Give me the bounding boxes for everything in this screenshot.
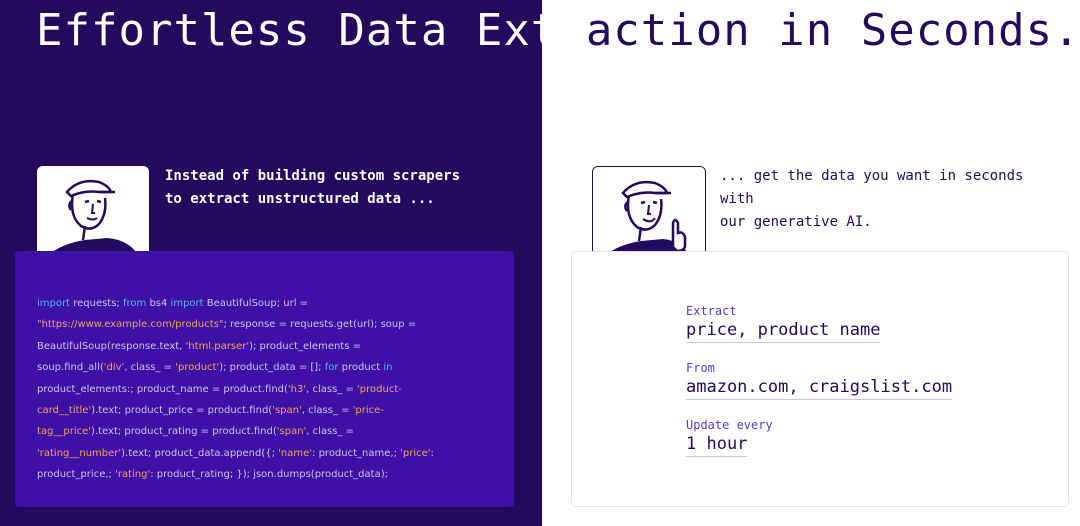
left-caption-line-1: Instead of building custom scrapers — [165, 168, 461, 184]
code-line: "https://www.example.com/products"; resp… — [37, 314, 467, 335]
code-token: 'name' — [278, 447, 313, 459]
page-headline: Effortless Data Extraction in Seconds. — [36, 4, 1080, 58]
code-token: : — [430, 447, 434, 459]
code-token: ).text; product_rating = product.find( — [91, 426, 277, 438]
code-token: tag__price' — [37, 426, 92, 438]
right-caption: ... get the data you want in seconds wit… — [720, 165, 1065, 234]
code-token: import — [170, 298, 204, 309]
code-token: 'product' — [175, 362, 220, 374]
code-token: for — [324, 362, 339, 374]
code-token: , class_ = — [124, 362, 176, 374]
code-token: product_elements:; product_name = produc… — [37, 383, 288, 395]
code-token: BeautifulSoup; url = — [203, 298, 309, 309]
code-line: soup.find_all('div', class_ = 'product')… — [37, 357, 467, 378]
code-token: 'rating' — [115, 469, 151, 481]
code-token: 'span' — [272, 405, 302, 417]
code-snippet: import requests; from bs4 import Beautif… — [37, 293, 467, 486]
code-token: ; response = requests.get(url); soup = — [223, 319, 417, 331]
update-label: Update every — [686, 418, 773, 432]
extract-value[interactable]: price, product name — [686, 319, 881, 343]
code-token: 'price- — [352, 405, 384, 417]
code-token: bs4 — [146, 298, 171, 309]
extract-field[interactable]: Extract price, product name — [686, 303, 881, 343]
code-token: , class_ = — [306, 426, 355, 438]
update-value[interactable]: 1 hour — [686, 433, 748, 457]
right-caption-line-1: ... get the data you want in seconds wit… — [720, 168, 1024, 207]
code-token: , class_ = — [301, 405, 353, 417]
code-token: 'html.parser' — [185, 340, 250, 352]
code-token: product_price,; — [37, 469, 116, 481]
code-token: , class_ = — [306, 383, 358, 395]
code-token: from — [122, 298, 147, 309]
code-token: ); product_elements = — [249, 340, 361, 352]
code-token: 'rating__number' — [37, 447, 122, 459]
code-token: 'span' — [276, 426, 307, 438]
code-token: ).text; product_data.append({; — [121, 447, 279, 459]
code-line: product_elements:; product_name = produc… — [37, 379, 467, 400]
code-token: card__title' — [37, 405, 92, 417]
code-line: import requests; from bs4 import Beautif… — [37, 293, 467, 314]
code-token: 'h3' — [287, 383, 307, 395]
code-token: : product_rating; }); json.dumps(product… — [150, 469, 388, 481]
code-snippet-panel: import requests; from bs4 import Beautif… — [15, 251, 514, 507]
update-field[interactable]: Update every 1 hour — [686, 417, 773, 457]
code-line: BeautifulSoup(response.text, 'html.parse… — [37, 336, 467, 357]
right-caption-line-2: our generative AI. — [720, 214, 872, 230]
code-line: product_price,; 'rating': product_rating… — [37, 464, 467, 485]
code-token: ).text; product_price = product.find( — [91, 405, 273, 417]
code-token: ); product_data = []; — [219, 362, 325, 374]
code-token: : product_name,; — [312, 447, 401, 459]
from-value[interactable]: amazon.com, craigslist.com — [686, 376, 953, 400]
code-token: import — [37, 298, 71, 309]
code-line: 'rating__number').text; product_data.app… — [37, 443, 467, 464]
code-token: requests; — [70, 298, 123, 309]
code-token: 'div' — [103, 362, 125, 374]
left-caption: Instead of building custom scrapers to e… — [165, 165, 495, 211]
from-field[interactable]: From amazon.com, craigslist.com — [686, 360, 953, 400]
code-token: 'price' — [400, 447, 431, 459]
code-token: in — [383, 362, 393, 374]
code-line: tag__price').text; product_rating = prod… — [37, 421, 467, 442]
code-token: soup.find_all( — [37, 362, 104, 374]
from-label: From — [686, 361, 715, 375]
code-token: BeautifulSoup(response.text, — [37, 340, 186, 352]
headline-part-dark: action in Seconds. — [585, 5, 1080, 56]
extraction-form-card: Extract price, product name From amazon.… — [571, 251, 1069, 507]
code-token: "https://www.example.com/products" — [37, 319, 224, 331]
left-caption-line-2: to extract unstructured data ... — [165, 191, 435, 207]
extract-label: Extract — [686, 304, 737, 318]
headline-part-light: Effortless Data Extr — [36, 5, 586, 56]
code-token: 'product- — [357, 383, 402, 395]
code-line: card__title').text; product_price = prod… — [37, 400, 467, 421]
code-token: product — [338, 362, 384, 374]
